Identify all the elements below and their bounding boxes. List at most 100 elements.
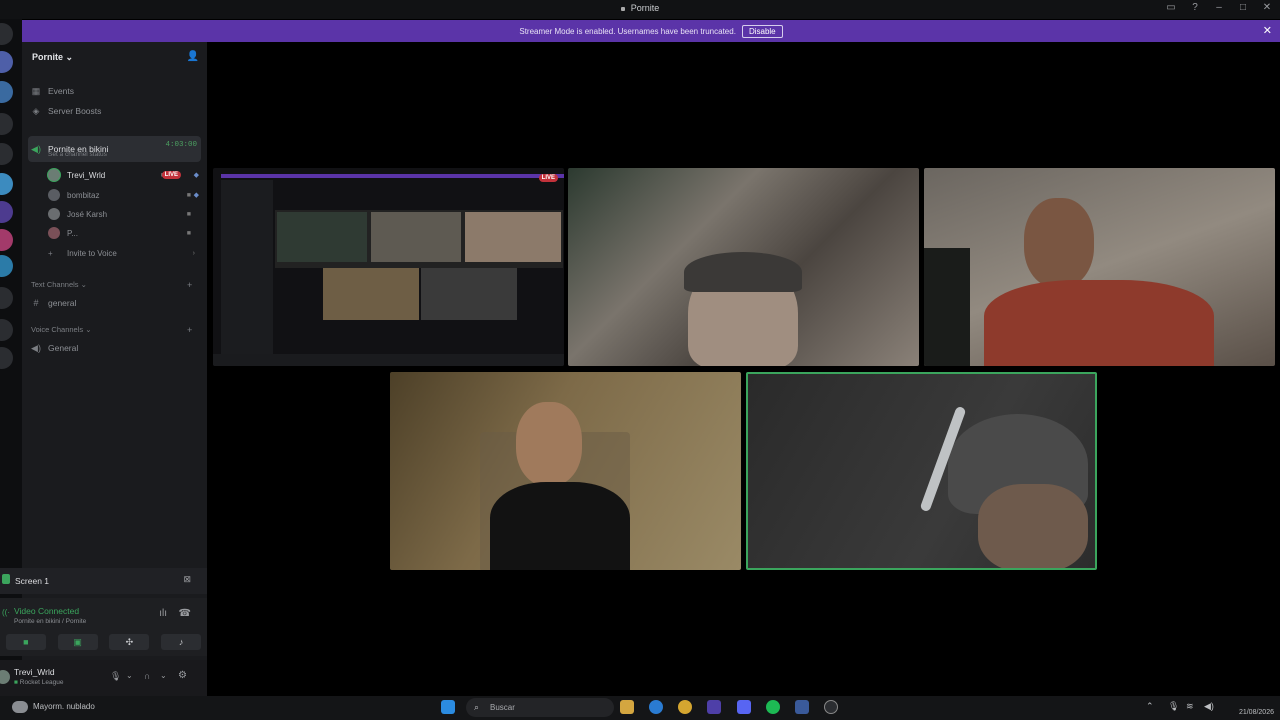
help-icon[interactable]: ? bbox=[1188, 2, 1202, 13]
banner-message: Streamer Mode is enabled. Usernames have… bbox=[519, 27, 736, 36]
avatar bbox=[48, 208, 60, 220]
weather-text[interactable]: Mayorm. nublado bbox=[33, 702, 95, 711]
close-window-button[interactable]: ✕ bbox=[1260, 2, 1274, 13]
server-icon[interactable] bbox=[0, 319, 13, 341]
microphone-icon[interactable]: 🎙 bbox=[110, 671, 121, 682]
wifi-icon[interactable]: ≋ bbox=[1186, 701, 1194, 712]
server-icon[interactable] bbox=[0, 143, 13, 165]
start-icon[interactable] bbox=[441, 700, 455, 714]
chrome-icon[interactable] bbox=[678, 700, 692, 714]
connection-status[interactable]: Video Connected bbox=[14, 606, 79, 616]
titlebar-controls: ▭ ? – □ ✕ bbox=[1164, 2, 1274, 13]
channel-name: General bbox=[48, 343, 79, 353]
server-icon[interactable] bbox=[0, 287, 13, 309]
settings-icon[interactable]: ⚙ bbox=[178, 670, 187, 681]
member-name: José Karsh bbox=[67, 209, 108, 219]
server-icon[interactable] bbox=[0, 229, 13, 251]
calendar-icon: ▦ bbox=[31, 85, 41, 96]
add-person-icon: + bbox=[48, 248, 53, 258]
noise-suppression-icon[interactable]: ılı bbox=[159, 608, 167, 619]
chevron-right-icon: › bbox=[192, 249, 195, 257]
category-voice-channels[interactable]: Voice Channels ⌄ + bbox=[31, 325, 192, 335]
voice-actions: ■ ▣ ✣ ♪ bbox=[0, 634, 207, 652]
stream-preview-videos bbox=[275, 210, 563, 268]
events-label: Events bbox=[48, 86, 74, 96]
app-icon[interactable] bbox=[707, 700, 721, 714]
app-icon[interactable] bbox=[824, 700, 838, 714]
voice-member[interactable]: José Karsh ■ bbox=[48, 205, 201, 223]
server-boosts-link[interactable]: ◈ Server Boosts bbox=[28, 102, 201, 120]
spotify-icon[interactable] bbox=[766, 700, 780, 714]
avatar bbox=[48, 189, 60, 201]
video-tile[interactable] bbox=[390, 372, 741, 570]
disconnect-icon[interactable]: ☎ bbox=[179, 608, 191, 619]
avatar[interactable] bbox=[0, 670, 10, 684]
channel-status[interactable]: Set a channel status bbox=[48, 151, 107, 158]
add-member-icon[interactable]: 👤 bbox=[187, 51, 199, 62]
microphone-icon[interactable]: 🎙 bbox=[1168, 701, 1179, 712]
chevron-down-icon: ⌄ bbox=[85, 325, 92, 334]
avatar bbox=[48, 227, 60, 239]
chevron-down-icon[interactable]: ⌄ bbox=[126, 671, 133, 680]
voice-member[interactable]: P... ■ bbox=[48, 224, 201, 242]
taskbar-search[interactable]: ⌕ Buscar bbox=[466, 698, 614, 717]
server-icon[interactable] bbox=[0, 51, 13, 73]
camera-toggle-icon[interactable]: ■ bbox=[5, 634, 46, 650]
shield-icon: ◆ bbox=[193, 172, 199, 179]
voice-channel-general[interactable]: ◀) General bbox=[28, 339, 201, 357]
voice-member[interactable]: Trevi_Wrld ■ LIVE ◆ bbox=[48, 166, 201, 184]
game-icon: ■ bbox=[14, 679, 18, 686]
server-icon[interactable] bbox=[0, 81, 13, 103]
participant-figure bbox=[978, 484, 1088, 568]
headphones-icon[interactable]: ∩ bbox=[144, 671, 150, 681]
activities-icon[interactable]: ✣ bbox=[109, 634, 150, 650]
member-name: bombitaz bbox=[67, 190, 100, 200]
soundboard-icon[interactable]: ♪ bbox=[161, 634, 202, 650]
category-text-channels[interactable]: Text Channels ⌄ + bbox=[31, 280, 192, 290]
clock[interactable]: 21/08/2026 bbox=[1239, 698, 1274, 718]
home-icon[interactable] bbox=[0, 23, 13, 45]
search-icon: ⌕ bbox=[474, 702, 480, 712]
video-tile[interactable] bbox=[924, 168, 1275, 366]
username[interactable]: Trevi_Wrld bbox=[14, 667, 55, 677]
server-icon[interactable] bbox=[0, 113, 13, 135]
text-channel-general[interactable]: # general bbox=[28, 294, 201, 312]
share-screen-icon[interactable]: ▣ bbox=[57, 634, 98, 650]
stop-stream-icon[interactable]: ⊠ bbox=[183, 574, 191, 585]
chevron-down-icon[interactable]: ⌄ bbox=[160, 671, 167, 680]
stream-tile[interactable]: LIVE bbox=[213, 168, 564, 366]
inbox-icon[interactable]: ▭ bbox=[1164, 2, 1178, 13]
speaker-icon: ◀) bbox=[31, 143, 41, 154]
voice-member[interactable]: bombitaz ■ ◆ bbox=[48, 186, 201, 204]
connection-location[interactable]: Pornite en bikini / Pornite bbox=[14, 618, 86, 625]
disable-streamer-mode-button[interactable]: Disable bbox=[741, 25, 783, 38]
discord-icon[interactable] bbox=[737, 700, 751, 714]
maximize-button[interactable]: □ bbox=[1236, 2, 1250, 13]
edge-icon[interactable] bbox=[649, 700, 663, 714]
server-icon[interactable] bbox=[0, 201, 13, 223]
window-title: Pornite bbox=[0, 3, 1280, 13]
create-channel-icon[interactable]: + bbox=[187, 325, 192, 335]
video-tile-speaking[interactable] bbox=[746, 372, 1097, 570]
server-header[interactable]: Pornite ⌄ 👤 bbox=[22, 42, 207, 72]
events-link[interactable]: ▦ Events bbox=[28, 82, 201, 100]
shield-icon[interactable] bbox=[795, 700, 809, 714]
video-stage: LIVE bbox=[207, 42, 1280, 696]
voice-connection-panel: ((· Video Connected Pornite en bikini / … bbox=[0, 598, 207, 656]
streamer-mode-banner: Streamer Mode is enabled. Usernames have… bbox=[22, 20, 1280, 42]
minimize-button[interactable]: – bbox=[1212, 2, 1226, 13]
banner-close-icon[interactable]: ✕ bbox=[1263, 24, 1272, 37]
member-name: P... bbox=[67, 228, 78, 238]
voice-channel-active[interactable]: ◀) Pornite en bikini Set a channel statu… bbox=[28, 136, 201, 162]
chevron-up-icon[interactable]: ⌃ bbox=[1146, 701, 1154, 712]
boosts-label: Server Boosts bbox=[48, 106, 102, 116]
file-explorer-icon[interactable] bbox=[620, 700, 634, 714]
video-tile[interactable] bbox=[568, 168, 919, 366]
boost-icon: ◈ bbox=[32, 105, 40, 116]
create-channel-icon[interactable]: + bbox=[187, 280, 192, 290]
server-icon[interactable] bbox=[0, 347, 13, 369]
server-icon[interactable] bbox=[0, 255, 13, 277]
server-icon[interactable] bbox=[0, 173, 13, 195]
invite-to-voice[interactable]: + Invite to Voice › bbox=[48, 244, 201, 262]
volume-icon[interactable]: ◀) bbox=[1204, 701, 1214, 712]
